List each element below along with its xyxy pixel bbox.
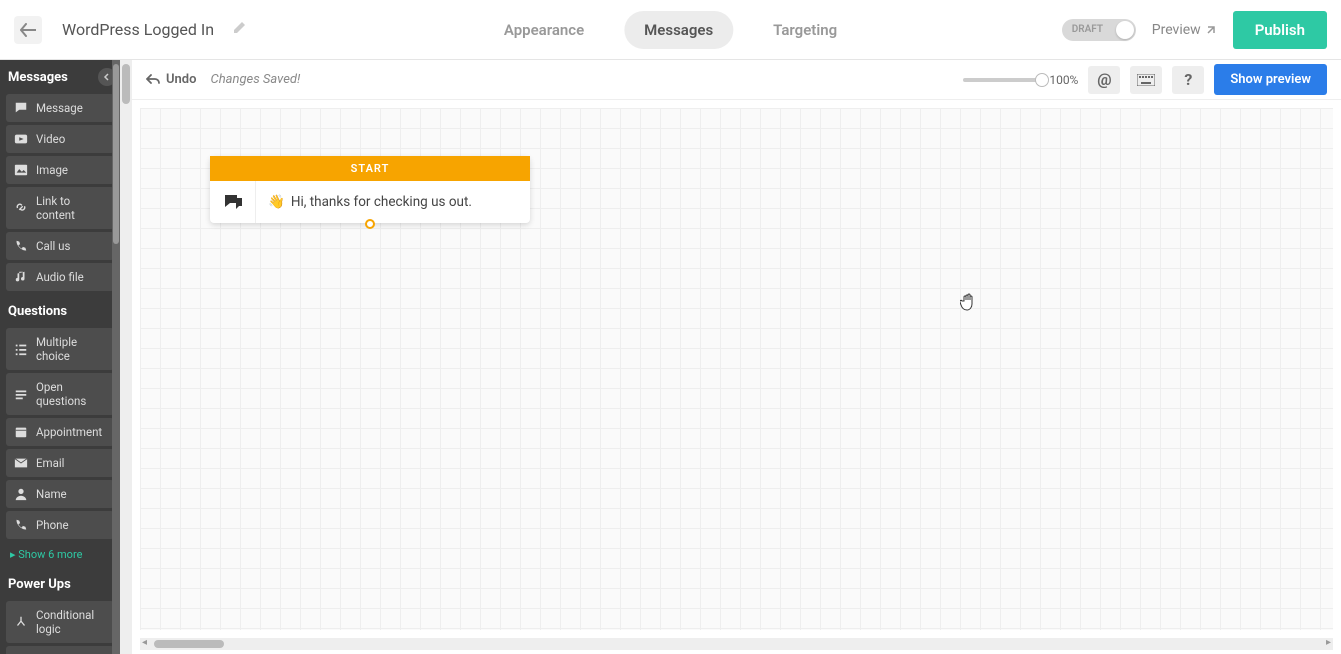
draft-toggle[interactable]: DRAFT — [1062, 19, 1136, 41]
lines-icon — [14, 387, 28, 401]
sidebar-item-openquestions[interactable]: Open questions — [6, 373, 114, 415]
sidebar-item-label: Message — [36, 101, 83, 115]
sidebar-item-label: Appointment — [36, 425, 102, 439]
video-icon — [14, 132, 28, 146]
sidebar-scrollbar[interactable] — [112, 60, 120, 654]
sidebar-section-powerups: Power Ups — [0, 567, 120, 598]
node-output-handle[interactable] — [365, 219, 375, 229]
flow-canvas[interactable]: START 👋 Hi, thanks for checking us out. — [140, 108, 1333, 630]
grab-cursor-icon — [960, 292, 978, 312]
sidebar-item-callus[interactable]: Call us — [6, 232, 114, 260]
sidebar-item-image[interactable]: Image — [6, 156, 114, 184]
sidebar-item-message[interactable]: Message — [6, 94, 114, 122]
sidebar-item-label: Multiple choice — [36, 335, 106, 363]
sidebar-item-label: Audio file — [36, 270, 84, 284]
calendar-icon — [14, 425, 28, 439]
external-link-icon — [1205, 24, 1217, 36]
tab-messages[interactable]: Messages — [624, 11, 733, 49]
sidebar-item-label: Phone — [36, 518, 69, 532]
publish-button[interactable]: Publish — [1233, 11, 1327, 49]
music-icon — [14, 270, 28, 284]
canvas-horizontal-scrollbar[interactable] — [140, 638, 1333, 650]
sidebar-item-conditional[interactable]: Conditional logic — [6, 601, 114, 643]
branch-icon — [14, 615, 28, 629]
wave-emoji-icon: 👋 — [268, 194, 285, 210]
list-icon — [14, 342, 28, 356]
sidebar-item-video[interactable]: Video — [6, 125, 114, 153]
undo-button[interactable]: Undo — [146, 72, 196, 87]
start-node[interactable]: START 👋 Hi, thanks for checking us out. — [210, 156, 530, 223]
phone-icon — [14, 518, 28, 532]
keyboard-button[interactable] — [1130, 66, 1162, 94]
keyboard-icon — [1137, 74, 1155, 86]
page-title: WordPress Logged In — [62, 20, 214, 39]
tab-appearance[interactable]: Appearance — [484, 11, 604, 49]
node-message-text: Hi, thanks for checking us out. — [291, 194, 472, 210]
sidebar-item-label: Video — [36, 132, 65, 146]
sidebar-item-label: Open questions — [36, 380, 106, 408]
zoom-slider[interactable]: 100% — [963, 73, 1078, 87]
sidebar-item-label: Link to content — [36, 194, 106, 222]
chat-icon — [14, 101, 28, 115]
sidebar-item-label: Image — [36, 163, 68, 177]
show-preview-button[interactable]: Show preview — [1214, 64, 1327, 95]
sidebar-item-label: Conditional logic — [36, 608, 106, 636]
save-status: Changes Saved! — [210, 72, 300, 87]
link-icon — [14, 201, 28, 215]
sidebar-item-multiplechoice[interactable]: Multiple choice — [6, 328, 114, 370]
sidebar-item-label: Email — [36, 456, 64, 470]
sidebar-item-label: Call us — [36, 239, 70, 253]
sidebar-item-name[interactable]: Name — [6, 480, 114, 508]
sidebar-item-appointment[interactable]: Appointment — [6, 418, 114, 446]
zoom-label: 100% — [1049, 73, 1078, 87]
edit-title-icon[interactable] — [232, 20, 246, 39]
email-icon — [14, 456, 28, 470]
undo-icon — [146, 74, 160, 86]
person-icon — [14, 487, 28, 501]
back-button[interactable] — [14, 16, 42, 44]
phone-icon — [14, 239, 28, 253]
tab-targeting[interactable]: Targeting — [753, 11, 857, 49]
show-more-questions[interactable]: ▸ Show 6 more — [0, 542, 120, 567]
variables-button[interactable]: @ — [1088, 66, 1120, 94]
sidebar: Messages Message Video Image Link to con… — [0, 60, 120, 654]
preview-link-label: Preview — [1152, 22, 1201, 38]
chat-bubble-icon — [210, 181, 256, 223]
sidebar-item-link[interactable]: Link to content — [6, 187, 114, 229]
preview-link[interactable]: Preview — [1152, 22, 1217, 38]
sidebar-section-questions: Questions — [0, 294, 120, 325]
sidebar-item-email[interactable]: Email — [6, 449, 114, 477]
sidebar-item-phone[interactable]: Phone — [6, 511, 114, 539]
sidebar-item-audio[interactable]: Audio file — [6, 263, 114, 291]
image-icon — [14, 163, 28, 177]
page-scrollbar[interactable] — [120, 60, 132, 654]
help-button[interactable]: ? — [1172, 66, 1204, 94]
undo-label: Undo — [166, 72, 196, 87]
sidebar-item-setfield[interactable]: Set custom field — [6, 646, 114, 654]
draft-toggle-label: DRAFT — [1072, 24, 1103, 35]
sidebar-item-label: Name — [36, 487, 67, 501]
node-header: START — [210, 156, 530, 181]
